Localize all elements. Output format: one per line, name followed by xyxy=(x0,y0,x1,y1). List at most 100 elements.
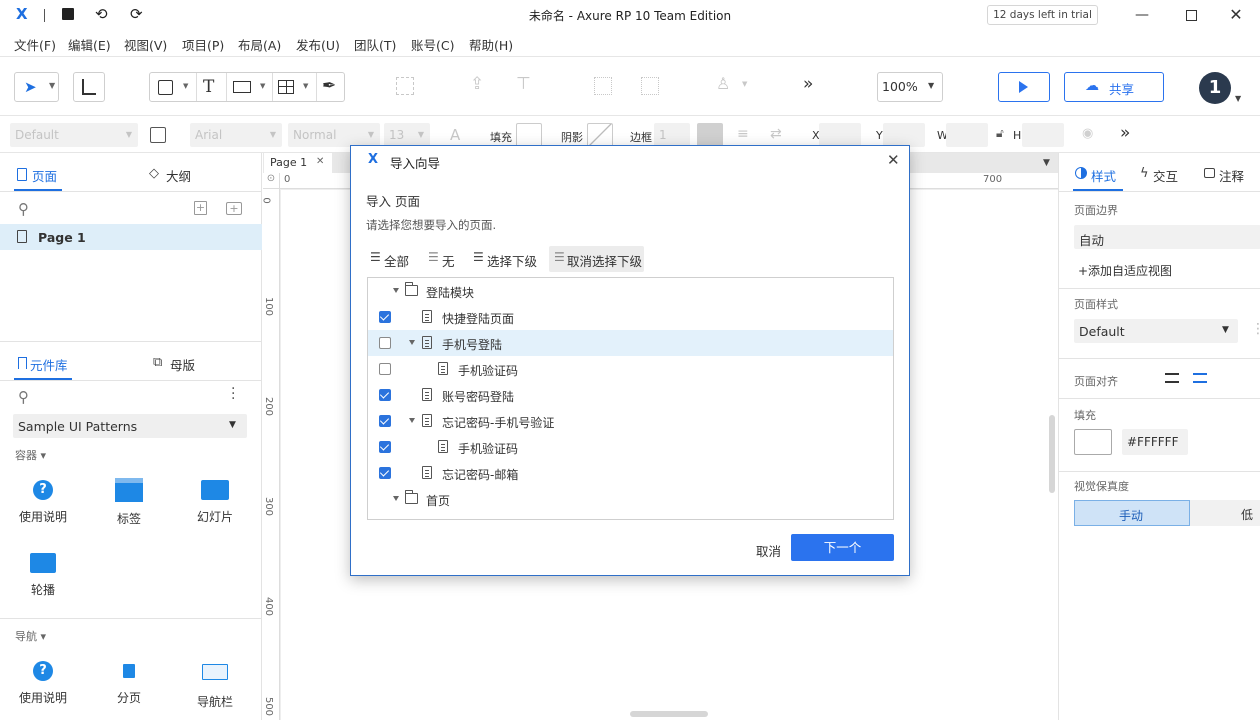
tab-interactions[interactable]: 交互 xyxy=(1153,166,1178,185)
tab-style[interactable]: 样式 xyxy=(1091,166,1116,185)
tree-row-folder[interactable]: 首页 xyxy=(368,486,893,512)
next-button[interactable]: 下一个 xyxy=(791,534,894,561)
tab-menu-chevron-icon[interactable]: ▼ xyxy=(1043,158,1050,168)
y-field[interactable] xyxy=(883,123,925,147)
tree-row-page[interactable]: 手机验证码 xyxy=(368,356,893,382)
zoom-select[interactable]: 100% ▼ xyxy=(877,72,943,102)
preview-button[interactable] xyxy=(998,72,1050,102)
checkbox-unchecked[interactable] xyxy=(379,363,391,375)
menu-layout[interactable]: 布局(A) xyxy=(238,35,281,54)
rectangle-icon[interactable] xyxy=(158,80,173,95)
checkbox-checked[interactable] xyxy=(379,441,391,453)
arrow-style-icon[interactable]: ⇄ xyxy=(770,126,782,142)
checkbox-checked[interactable] xyxy=(379,311,391,323)
widget-help-1[interactable]: ? 使用说明 xyxy=(13,480,73,525)
section-container-label[interactable]: 容器 ▾ xyxy=(15,447,46,463)
add-adaptive-view-link[interactable]: +添加自适应视图 xyxy=(1078,262,1172,279)
menu-view[interactable]: 视图(V) xyxy=(124,35,167,54)
tab-notes[interactable]: 注释 xyxy=(1219,166,1244,185)
tab-page1[interactable]: Page 1 ✕ xyxy=(264,153,332,173)
checkbox-unchecked[interactable] xyxy=(379,337,391,349)
tree-row-page[interactable]: 忘记密码-手机号验证 xyxy=(368,408,893,434)
close-icon[interactable]: ✕ xyxy=(887,151,900,169)
menu-edit[interactable]: 编辑(E) xyxy=(68,35,111,54)
shadow-swatch[interactable] xyxy=(587,123,613,147)
menu-file[interactable]: 文件(F) xyxy=(14,35,56,54)
widget-slideshow[interactable]: 幻灯片 xyxy=(185,480,245,525)
menu-help[interactable]: 帮助(H) xyxy=(469,35,513,54)
visibility-icon[interactable]: ◉ xyxy=(1082,126,1093,141)
trial-badge[interactable]: 12 days left in trial xyxy=(987,5,1098,25)
menu-account[interactable]: 账号(C) xyxy=(411,35,454,54)
checkbox-checked[interactable] xyxy=(379,415,391,427)
cancel-button[interactable]: 取消 xyxy=(756,541,781,560)
w-field[interactable] xyxy=(946,123,988,147)
fidelity-manual-button[interactable]: 手动 xyxy=(1074,500,1190,526)
maximize-icon[interactable] xyxy=(1186,10,1197,21)
align-center-icon[interactable] xyxy=(1193,373,1207,383)
chevron-down-icon[interactable]: ▼ xyxy=(1235,94,1241,103)
font-size-select[interactable]: 13 ▼ xyxy=(384,123,430,147)
expand-arrow-icon[interactable] xyxy=(409,340,415,345)
widget-pagination[interactable]: 分页 xyxy=(99,661,159,706)
fidelity-low-button[interactable]: 低 xyxy=(1190,500,1260,526)
lock-ratio-icon[interactable]: 🔓︎ xyxy=(996,126,1004,141)
input-tool-icon[interactable] xyxy=(233,81,251,93)
table-tool-icon[interactable] xyxy=(278,80,294,94)
add-page-icon[interactable]: + xyxy=(194,201,207,215)
avatar[interactable]: 1 xyxy=(1199,72,1231,104)
chevron-down-icon[interactable]: ▼ xyxy=(303,82,308,90)
h-field[interactable] xyxy=(1022,123,1064,147)
page-border-select[interactable]: 自动 xyxy=(1074,225,1260,249)
tree-row-page[interactable]: 忘记密码-邮箱 xyxy=(368,460,893,486)
search-icon[interactable]: ⚲ xyxy=(18,388,29,406)
ungroup-icon[interactable] xyxy=(641,77,659,95)
widget-carousel[interactable]: 轮播 xyxy=(13,553,73,598)
tree-row-page[interactable]: 账号密码登陆 xyxy=(368,382,893,408)
font-select[interactable]: Arial ▼ xyxy=(190,123,282,147)
expand-arrow-icon[interactable] xyxy=(393,496,399,501)
select-tool-button[interactable]: ➤ ▼ xyxy=(14,72,59,102)
vertical-scrollbar[interactable] xyxy=(1049,415,1055,493)
align-left-icon[interactable] xyxy=(1165,373,1179,383)
menu-project[interactable]: 项目(P) xyxy=(182,35,224,54)
checkbox-checked[interactable] xyxy=(379,467,391,479)
connector-tool-button[interactable] xyxy=(73,72,105,102)
manage-styles-icon[interactable]: ⋮ xyxy=(1251,321,1260,337)
horizontal-scrollbar[interactable] xyxy=(630,711,708,717)
tree-row-page[interactable]: 快捷登陆页面 xyxy=(368,304,893,330)
tree-row-page[interactable]: 手机验证码 xyxy=(368,434,893,460)
close-window-icon[interactable]: ✕ xyxy=(1227,6,1245,24)
tab-outline[interactable]: 大纲 xyxy=(166,166,191,185)
format-painter-icon[interactable] xyxy=(150,127,166,143)
menu-team[interactable]: 团队(T) xyxy=(354,35,396,54)
widget-tabs[interactable]: 标签 xyxy=(99,478,159,527)
border-color-swatch[interactable] xyxy=(697,123,723,147)
more-tools-icon[interactable]: » xyxy=(803,74,813,94)
align-top-icon[interactable]: ⊤ xyxy=(516,74,531,94)
chevron-down-icon[interactable]: ▼ xyxy=(742,80,747,88)
group-icon[interactable] xyxy=(396,77,414,95)
share-button[interactable]: ☁ 共享 xyxy=(1064,72,1164,102)
tree-row-page-selected[interactable]: 手机号登陆 xyxy=(368,330,893,356)
tab-library[interactable]: 元件库 xyxy=(30,355,68,374)
deselect-children-button[interactable]: ☰ 取消选择下级 xyxy=(549,246,644,272)
widget-help-2[interactable]: ? 使用说明 xyxy=(13,661,73,706)
fill-color-field[interactable]: #FFFFFF xyxy=(1122,429,1188,455)
more-options-icon[interactable]: · · · xyxy=(231,382,235,406)
bring-forward-icon[interactable]: ⇪ xyxy=(470,74,484,94)
minimize-icon[interactable]: — xyxy=(1133,6,1151,24)
tree-row-folder[interactable]: 登陆模块 xyxy=(368,278,893,304)
checkbox-checked[interactable] xyxy=(379,389,391,401)
section-nav-label[interactable]: 导航 ▾ xyxy=(15,628,46,644)
expand-arrow-icon[interactable] xyxy=(393,288,399,293)
more-style-icon[interactable]: » xyxy=(1120,123,1130,143)
fill-swatch[interactable] xyxy=(1074,429,1112,455)
page-style-select[interactable]: Default ▼ xyxy=(1074,319,1238,343)
tab-masters[interactable]: 母版 xyxy=(170,355,195,374)
close-tab-icon[interactable]: ✕ xyxy=(316,156,324,167)
chevron-down-icon[interactable]: ▼ xyxy=(260,82,265,90)
fill-swatch[interactable] xyxy=(516,123,542,147)
style-select[interactable]: Default ▼ xyxy=(10,123,138,147)
widget-navbar[interactable]: 导航栏 xyxy=(185,661,245,710)
